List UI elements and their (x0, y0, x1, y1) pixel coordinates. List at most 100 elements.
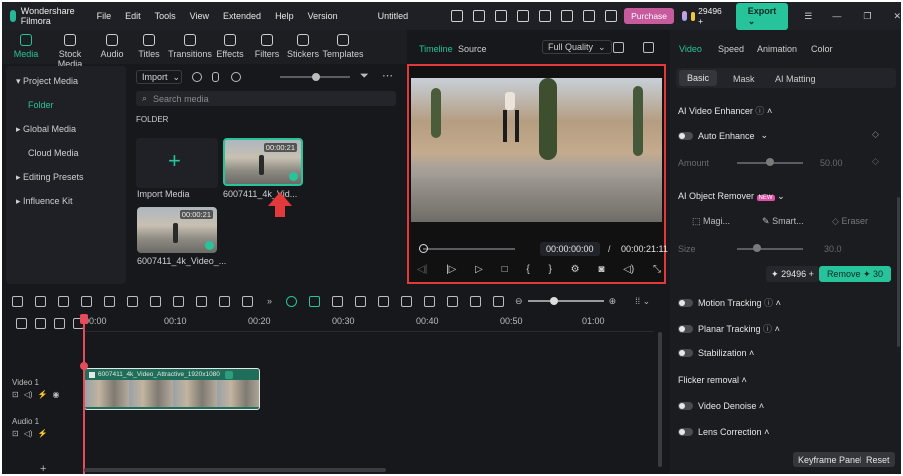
media-clip-thumbnail[interactable]: 00:00:21 (223, 138, 303, 186)
menu-icon[interactable]: ☰ (804, 11, 812, 22)
import-dropdown[interactable]: Import ⌄ (136, 70, 182, 84)
tab-titles[interactable]: Titles (132, 34, 166, 59)
stop-icon[interactable]: □ (502, 264, 508, 275)
play-icon[interactable]: ▷ (475, 264, 483, 275)
tab-media[interactable]: Media (9, 34, 43, 59)
ai-copilot-icon[interactable] (286, 295, 298, 307)
tab-animation[interactable]: Animation (757, 44, 797, 54)
timeline-vscroll[interactable] (658, 332, 662, 467)
playhead-marker[interactable] (80, 362, 88, 370)
purchase-button[interactable]: Purchase (624, 8, 675, 24)
ai-tools-icon[interactable] (196, 295, 207, 307)
view-options-icon[interactable]: ⁞⁞ ⌄ (635, 296, 650, 307)
remove-button[interactable]: Remove ✦ 30 (819, 266, 891, 282)
send-icon[interactable] (473, 10, 486, 22)
snapshot-icon[interactable] (643, 42, 654, 53)
speed-icon[interactable] (242, 295, 253, 307)
sidebar-item-influence-kit[interactable]: ▸ Influence Kit (16, 196, 73, 207)
sidebar-item-cloud-media[interactable]: Cloud Media (28, 148, 79, 158)
shield-icon[interactable] (401, 295, 413, 307)
subtab-ai-matting[interactable]: AI Matting (775, 74, 816, 84)
link-icon[interactable] (355, 295, 367, 307)
more-icon[interactable]: ⋯ (382, 69, 393, 82)
audio-icon[interactable]: ◁) (24, 390, 33, 399)
credits-count[interactable]: 29496 + (698, 6, 722, 26)
keyframe-diamond-icon[interactable]: ◇ (872, 156, 879, 167)
render-icon[interactable]: ⚙ (571, 264, 580, 275)
avatar[interactable] (682, 11, 687, 21)
text-icon[interactable] (173, 295, 184, 307)
add-track-icon[interactable]: + (40, 463, 46, 474)
zoom-slider[interactable] (527, 297, 604, 305)
tab-effects[interactable]: Effects (213, 34, 247, 59)
tab-audio[interactable]: Audio (95, 34, 129, 59)
video-preview[interactable] (411, 78, 662, 222)
fullscreen-icon[interactable]: ⤡ (653, 264, 661, 275)
eye-icon[interactable]: ◉ (53, 390, 60, 399)
subtab-basic[interactable]: Basic (679, 70, 717, 86)
stabilization-toggle[interactable] (678, 349, 693, 357)
disable-icon[interactable] (378, 295, 390, 307)
layout-icon[interactable] (12, 295, 23, 307)
menu-file[interactable]: File (97, 11, 112, 21)
undo-icon[interactable] (58, 295, 69, 307)
menu-edit[interactable]: Edit (125, 11, 141, 21)
select-icon[interactable] (35, 295, 46, 307)
color-match-icon[interactable] (219, 295, 230, 307)
sidebar-item-editing-presets[interactable]: ▸ Editing Presets (16, 172, 84, 183)
menu-tools[interactable]: Tools (155, 11, 176, 21)
zoom-out-icon[interactable]: ⊖ (515, 296, 523, 307)
quality-dropdown[interactable]: Full Quality ⌄ (542, 40, 612, 54)
auto-enhance-row[interactable]: Auto Enhance ⌄ (678, 130, 768, 141)
volume-icon[interactable]: ◁) (623, 264, 634, 275)
step-forward-icon[interactable]: |▷ (446, 264, 456, 275)
restore-icon[interactable]: ❐ (863, 11, 871, 22)
size-knob[interactable] (753, 244, 761, 252)
motion-tracking-row[interactable]: Motion Tracking ⓘ ˄ (678, 296, 781, 309)
track-link-icon[interactable] (35, 318, 46, 329)
tab-color[interactable]: Color (811, 44, 833, 54)
video-clip[interactable]: 6007411_4k_Video_Attractive_1920x1080 (84, 368, 260, 410)
cloud-icon[interactable] (561, 10, 574, 22)
video-denoise-row[interactable]: Video Denoise ˄ (678, 401, 764, 411)
smart-brush-button[interactable]: ✎ Smart... (762, 216, 804, 227)
tab-stock-media[interactable]: Stock Media (46, 34, 94, 69)
playhead-handle[interactable] (80, 314, 88, 324)
stabilization-row[interactable]: Stabilization ˄ (678, 348, 754, 358)
keyframe-diamond-icon[interactable]: ◇ (872, 129, 879, 140)
size-value[interactable]: 30.0 (824, 244, 842, 254)
menu-version[interactable]: Version (308, 11, 338, 21)
properties-scrollbar[interactable] (897, 197, 900, 347)
audio-icon[interactable]: ◁) (24, 429, 33, 438)
magic-brush-button[interactable]: ⬚ Magi... (692, 216, 730, 227)
mic-icon[interactable] (424, 295, 436, 307)
redo-icon[interactable] (81, 295, 92, 307)
gift-icon[interactable] (451, 10, 464, 22)
mute-icon[interactable]: ⚡ (38, 390, 48, 399)
settings-icon[interactable] (583, 10, 596, 22)
sidebar-item-project-media[interactable]: ▾ Project Media (16, 76, 78, 87)
reset-button[interactable]: Reset (861, 452, 895, 467)
playhead-line[interactable] (83, 314, 85, 474)
mixer-icon[interactable] (447, 295, 459, 307)
grid-icon[interactable] (613, 42, 624, 53)
delete-icon[interactable] (104, 295, 115, 307)
tab-stickers[interactable]: Stickers (284, 34, 322, 59)
tab-filters[interactable]: Filters (250, 34, 284, 59)
sidebar-item-folder[interactable]: Folder (28, 100, 54, 110)
cut-icon[interactable] (127, 295, 138, 307)
tab-source[interactable]: Source (458, 44, 487, 54)
tab-video[interactable]: Video (679, 44, 702, 54)
planar-tracking-toggle[interactable] (678, 324, 693, 333)
record-icon[interactable] (192, 72, 202, 82)
planar-tracking-row[interactable]: Planar Tracking ⓘ ˄ (678, 322, 780, 335)
menu-view[interactable]: View (190, 11, 209, 21)
track-caption-icon[interactable] (54, 318, 65, 329)
save-icon[interactable] (539, 10, 552, 22)
crop-icon[interactable] (150, 295, 161, 307)
marker-icon[interactable] (332, 295, 344, 307)
flicker-removal-row[interactable]: Flicker removal ˄ (678, 375, 747, 385)
close-icon[interactable]: ✕ (893, 11, 901, 22)
export-button[interactable]: Export ⌄ (735, 2, 789, 30)
playback-progress[interactable] (423, 248, 515, 250)
